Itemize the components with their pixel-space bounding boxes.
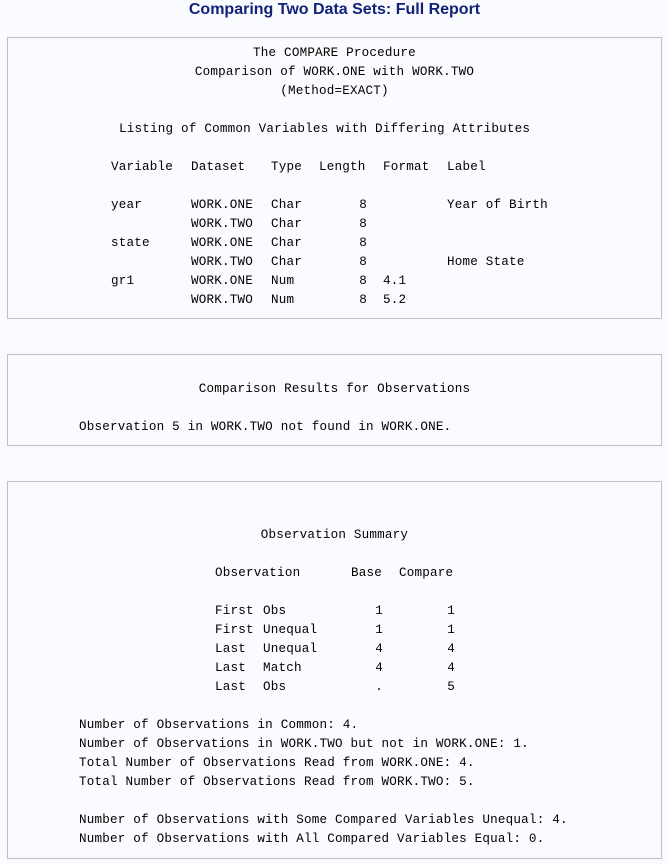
cell-type: Char xyxy=(271,236,303,250)
cell-dataset: WORK.ONE xyxy=(191,236,254,250)
cell-length: 8 xyxy=(359,236,367,250)
summary-title: Observation Summary xyxy=(260,528,409,542)
summary-cell-compare: 1 xyxy=(447,604,455,618)
cell-dataset: WORK.TWO xyxy=(191,293,254,307)
cell-length: 8 xyxy=(359,255,367,269)
cell-format: 4.1 xyxy=(383,274,407,288)
cell-variable: gr1 xyxy=(111,274,135,288)
cell-type: Char xyxy=(271,255,303,269)
results-message: Observation 5 in WORK.TWO not found in W… xyxy=(79,420,452,434)
col-header-format: Format xyxy=(383,160,430,174)
observation-summary-panel: Observation Summary Observation Base Com… xyxy=(7,481,662,859)
results-title: Comparison Results for Observations xyxy=(198,382,471,396)
cell-format: 5.2 xyxy=(383,293,407,307)
summary-col-compare: Compare xyxy=(399,566,454,580)
method-heading: (Method=EXACT) xyxy=(280,84,389,98)
stat-line: Total Number of Observations Read from W… xyxy=(79,775,475,789)
summary-cell-base: 1 xyxy=(375,623,383,637)
summary-col-observation: Observation xyxy=(215,566,301,580)
summary-cell-obs2: Obs xyxy=(263,604,287,618)
summary-cell-compare: 1 xyxy=(447,623,455,637)
summary-cell-obs2: Match xyxy=(263,661,302,675)
col-header-length: Length xyxy=(319,160,366,174)
cell-type: Num xyxy=(271,274,295,288)
cell-variable: state xyxy=(111,236,150,250)
cell-dataset: WORK.ONE xyxy=(191,198,254,212)
summary-cell-base: 1 xyxy=(375,604,383,618)
stat-line: Number of Observations in Common: 4. xyxy=(79,718,359,732)
cell-length: 8 xyxy=(359,217,367,231)
summary-cell-obs1: Last xyxy=(215,642,247,656)
cell-dataset: WORK.ONE xyxy=(191,274,254,288)
cell-dataset: WORK.TWO xyxy=(191,255,254,269)
cell-type: Char xyxy=(271,217,303,231)
attributes-panel: The COMPARE Procedure Comparison of WORK… xyxy=(7,37,662,319)
summary-cell-obs2: Unequal xyxy=(263,642,318,656)
summary-cell-obs1: First xyxy=(215,623,254,637)
stat-line: Number of Observations with All Compared… xyxy=(79,832,545,846)
listing-title: Listing of Common Variables with Differi… xyxy=(119,122,531,136)
summary-cell-obs1: First xyxy=(215,604,254,618)
summary-col-base: Base xyxy=(351,566,383,580)
col-header-type: Type xyxy=(271,160,303,174)
cell-type: Char xyxy=(271,198,303,212)
summary-cell-obs2: Unequal xyxy=(263,623,318,637)
col-header-variable: Variable xyxy=(111,160,174,174)
summary-cell-compare: 4 xyxy=(447,642,455,656)
summary-cell-compare: 4 xyxy=(447,661,455,675)
cell-type: Num xyxy=(271,293,295,307)
col-header-dataset: Dataset xyxy=(191,160,246,174)
stat-line: Number of Observations with Some Compare… xyxy=(79,813,568,827)
summary-cell-obs1: Last xyxy=(215,680,247,694)
cell-label: Year of Birth xyxy=(447,198,548,212)
cell-length: 8 xyxy=(359,198,367,212)
cell-variable: year xyxy=(111,198,143,212)
stat-line: Total Number of Observations Read from W… xyxy=(79,756,475,770)
summary-cell-obs1: Last xyxy=(215,661,247,675)
cell-length: 8 xyxy=(359,274,367,288)
procedure-heading: The COMPARE Procedure xyxy=(253,46,416,60)
summary-cell-base: . xyxy=(375,680,383,694)
stat-line: Number of Observations in WORK.TWO but n… xyxy=(79,737,529,751)
summary-cell-base: 4 xyxy=(375,661,383,675)
summary-cell-obs2: Obs xyxy=(263,680,287,694)
observation-results-panel: Comparison Results for Observations Obse… xyxy=(7,354,662,446)
summary-cell-base: 4 xyxy=(375,642,383,656)
cell-length: 8 xyxy=(359,293,367,307)
cell-dataset: WORK.TWO xyxy=(191,217,254,231)
comparison-heading: Comparison of WORK.ONE with WORK.TWO xyxy=(194,65,475,79)
col-header-label: Label xyxy=(447,160,486,174)
report-title: Comparing Two Data Sets: Full Report xyxy=(188,1,481,18)
cell-label: Home State xyxy=(447,255,525,269)
summary-cell-compare: 5 xyxy=(447,680,455,694)
